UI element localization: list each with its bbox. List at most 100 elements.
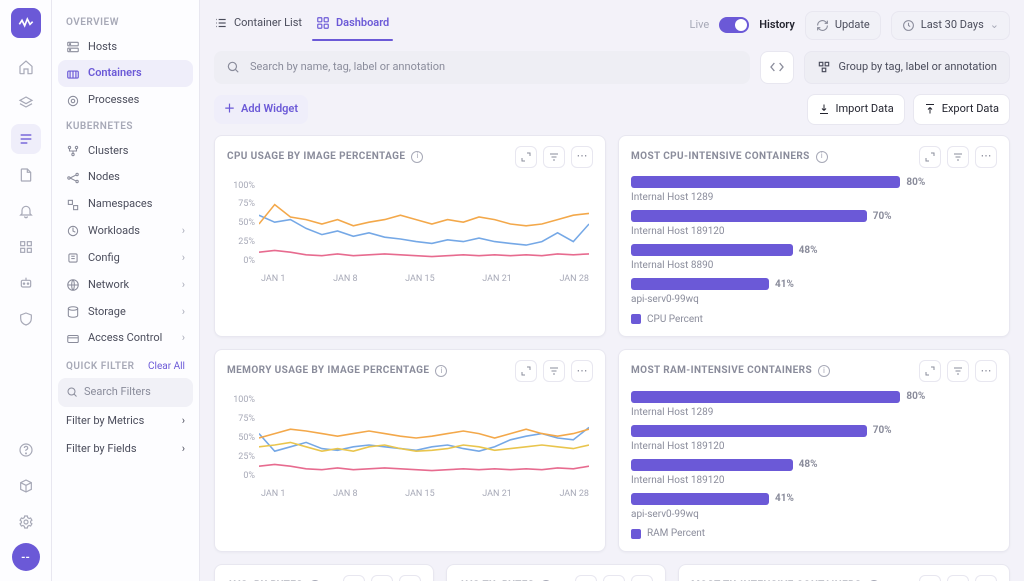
nav-storage[interactable]: Storage› bbox=[58, 299, 193, 326]
bar-item: 48%Internal Host 8890 bbox=[631, 244, 997, 273]
nav-hosts[interactable]: Hosts bbox=[58, 34, 193, 61]
more-icon[interactable]: ⋯ bbox=[571, 146, 593, 168]
rail-settings-icon[interactable] bbox=[11, 507, 41, 537]
rail-shield-icon[interactable] bbox=[11, 304, 41, 334]
rail-bell-icon[interactable] bbox=[11, 196, 41, 226]
rail-cube-icon[interactable] bbox=[11, 471, 41, 501]
chevron-right-icon: › bbox=[182, 278, 185, 293]
nav-access[interactable]: Access Control› bbox=[58, 325, 193, 352]
nav-network[interactable]: Network› bbox=[58, 272, 193, 299]
more-icon[interactable]: ⋯ bbox=[571, 360, 593, 382]
expand-icon[interactable] bbox=[919, 360, 941, 382]
nav-label: Access Control bbox=[88, 331, 162, 346]
nav-processes[interactable]: Processes bbox=[58, 87, 193, 114]
process-icon bbox=[66, 94, 80, 108]
info-icon[interactable]: i bbox=[411, 151, 423, 163]
nav-clusters[interactable]: Clusters bbox=[58, 138, 193, 165]
expand-icon[interactable] bbox=[575, 575, 597, 581]
rail-grid-icon[interactable] bbox=[11, 232, 41, 262]
topbar: Container List Dashboard Live History Up… bbox=[200, 0, 1024, 41]
code-toggle[interactable] bbox=[760, 51, 794, 84]
main: Container List Dashboard Live History Up… bbox=[200, 0, 1024, 581]
card-most-ram: MOST RAM-INTENSIVE CONTAINERSi ⋯ 80%Inte… bbox=[618, 349, 1010, 552]
nav-nodes[interactable]: Nodes bbox=[58, 164, 193, 191]
nav-namespaces[interactable]: Namespaces bbox=[58, 191, 193, 218]
more-icon[interactable]: ⋯ bbox=[975, 575, 997, 581]
bar-item: 70%Internal Host 189120 bbox=[631, 210, 997, 239]
network-icon bbox=[66, 278, 80, 292]
info-icon[interactable]: i bbox=[435, 365, 447, 377]
nodes-icon bbox=[66, 171, 80, 185]
section-k8s-title: KUBERNETES bbox=[58, 114, 193, 138]
expand-icon[interactable] bbox=[343, 575, 365, 581]
clear-all-link[interactable]: Clear All bbox=[148, 360, 185, 374]
line-chart-cpu: 100%75%50%25%0% JAN 1JAN 8JAN 15JAN 21JA… bbox=[227, 176, 593, 286]
nav-label: Containers bbox=[88, 66, 142, 81]
chevron-right-icon: › bbox=[182, 414, 185, 429]
card-title: MOST CPU-INTENSIVE CONTAINERS bbox=[631, 150, 810, 164]
rail-help-icon[interactable] bbox=[11, 435, 41, 465]
filter-icon[interactable] bbox=[947, 146, 969, 168]
add-widget-button[interactable]: ＋Add Widget bbox=[214, 95, 308, 124]
nav-workloads[interactable]: Workloads› bbox=[58, 218, 193, 245]
quick-filter-placeholder: Search Filters bbox=[84, 385, 151, 400]
tab-container-list[interactable]: Container List bbox=[214, 10, 302, 41]
nav-label: Namespaces bbox=[88, 197, 152, 212]
filter-icon[interactable] bbox=[371, 575, 393, 581]
legend-swatch bbox=[631, 529, 641, 539]
nav-config[interactable]: Config› bbox=[58, 245, 193, 272]
filter-by-fields[interactable]: Filter by Fields› bbox=[58, 435, 193, 464]
more-icon[interactable]: ⋯ bbox=[975, 360, 997, 382]
rail-home-icon[interactable] bbox=[11, 52, 41, 82]
brand-logo[interactable] bbox=[11, 8, 41, 38]
quick-filter-header: QUICK FILTER Clear All bbox=[58, 352, 193, 378]
rail-file-icon[interactable] bbox=[11, 160, 41, 190]
search-icon bbox=[226, 60, 240, 74]
list-icon bbox=[214, 16, 228, 30]
filter-icon[interactable] bbox=[947, 575, 969, 581]
filter-by-metrics[interactable]: Filter by Metrics› bbox=[58, 407, 193, 436]
expand-icon[interactable] bbox=[515, 360, 537, 382]
search-icon bbox=[66, 386, 78, 398]
filter-icon[interactable] bbox=[947, 360, 969, 382]
tab-dashboard[interactable]: Dashboard bbox=[316, 10, 389, 41]
quick-filter-search[interactable]: Search Filters bbox=[58, 378, 193, 407]
rail-layers-icon[interactable] bbox=[11, 88, 41, 118]
filter-icon[interactable] bbox=[543, 146, 565, 168]
expand-icon[interactable] bbox=[919, 146, 941, 168]
card-rx-bytes: AVG .RX BYTESi ⋯ 100%75%50%25%0% bbox=[214, 564, 434, 581]
server-icon bbox=[66, 40, 80, 54]
expand-icon[interactable] bbox=[919, 575, 941, 581]
more-icon[interactable]: ⋯ bbox=[975, 146, 997, 168]
refresh-icon bbox=[816, 19, 829, 32]
rail-list-icon[interactable] bbox=[11, 124, 41, 154]
search-row: Search by name, tag, label or annotation… bbox=[200, 41, 1024, 94]
group-by-button[interactable]: Group by tag, label or annotation bbox=[804, 51, 1010, 84]
import-button[interactable]: Import Data bbox=[807, 94, 905, 125]
export-button[interactable]: Export Data bbox=[913, 94, 1010, 125]
card-title: MOST RAM-INTENSIVE CONTAINERS bbox=[631, 364, 812, 378]
search-input[interactable]: Search by name, tag, label or annotation bbox=[214, 51, 750, 84]
live-history-toggle[interactable] bbox=[719, 17, 749, 33]
filter-icon[interactable] bbox=[603, 575, 625, 581]
update-button[interactable]: Update bbox=[805, 11, 881, 40]
more-icon[interactable]: ⋯ bbox=[399, 575, 421, 581]
legend-label: RAM Percent bbox=[647, 527, 705, 541]
nav-containers[interactable]: Containers bbox=[58, 60, 193, 87]
info-icon[interactable]: i bbox=[816, 151, 828, 163]
card-most-cpu: MOST CPU-INTENSIVE CONTAINERSi ⋯ 80%Inte… bbox=[618, 135, 1010, 338]
content: CPU USAGE BY IMAGE PERCENTAGEi ⋯ 100%75%… bbox=[200, 135, 1024, 581]
legend-label: CPU Percent bbox=[647, 313, 703, 327]
info-icon[interactable]: i bbox=[818, 365, 830, 377]
card-icon bbox=[66, 332, 80, 346]
daterange-button[interactable]: Last 30 Days⌄ bbox=[891, 11, 1010, 40]
chevron-right-icon: › bbox=[182, 442, 185, 457]
chevron-right-icon: › bbox=[182, 305, 185, 320]
filter-icon[interactable] bbox=[543, 360, 565, 382]
more-icon[interactable]: ⋯ bbox=[631, 575, 653, 581]
bar-item: 48%Internal Host 189120 bbox=[631, 458, 997, 487]
expand-icon[interactable] bbox=[515, 146, 537, 168]
chevron-right-icon: › bbox=[182, 224, 185, 239]
rail-avatar[interactable] bbox=[12, 543, 40, 571]
rail-robot-icon[interactable] bbox=[11, 268, 41, 298]
